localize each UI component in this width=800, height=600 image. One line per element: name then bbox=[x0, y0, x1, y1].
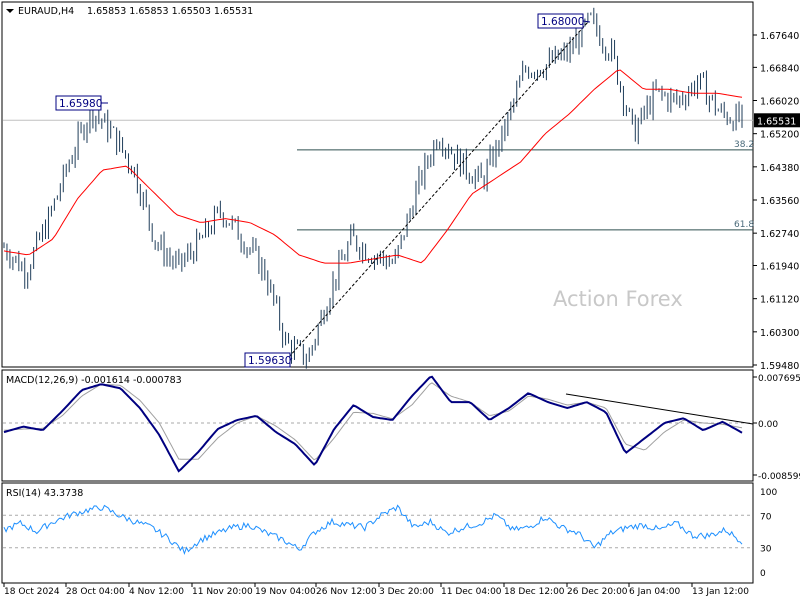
price-tick-label: 1.66840 bbox=[760, 63, 799, 74]
time-tick-label: 11 Nov 20:00 bbox=[192, 587, 253, 597]
rsi-line bbox=[3, 504, 743, 556]
rsi-pane bbox=[1, 482, 754, 584]
time-tick-label: 13 Jan 12:00 bbox=[692, 587, 749, 597]
rsi-tick-label: 0 bbox=[760, 569, 766, 579]
price-tick-label: 1.64380 bbox=[760, 163, 799, 174]
price-tick-label: 1.66020 bbox=[760, 97, 799, 108]
price-tick-label: 1.67640 bbox=[760, 31, 799, 42]
price-tick-label: 1.59480 bbox=[760, 361, 799, 372]
fib-trendline bbox=[288, 21, 589, 358]
time-tick-label: 18 Dec 12:00 bbox=[504, 587, 565, 597]
macd-label: MACD(12,26,9) -0.001614 -0.000783 bbox=[6, 375, 182, 386]
price-tick-label: 1.65200 bbox=[760, 130, 799, 141]
time-tick-label: 18 Oct 2024 bbox=[4, 587, 60, 597]
fib-level-label: 61.8 bbox=[734, 220, 754, 230]
current-price-label: 1.65531 bbox=[757, 116, 796, 127]
macd-tick-label: 0.007695 bbox=[758, 374, 800, 384]
rsi-tick-label: 100 bbox=[760, 488, 777, 498]
price-label: 1.59630 bbox=[248, 355, 291, 367]
watermark: Action Forex bbox=[553, 287, 683, 311]
time-tick-label: 4 Nov 12:00 bbox=[129, 587, 184, 597]
macd-trendline bbox=[565, 393, 754, 425]
rsi-tick-label: 30 bbox=[760, 545, 772, 555]
macd-line bbox=[3, 375, 743, 473]
price-label: 1.68000 bbox=[541, 16, 584, 28]
time-tick-label: 3 Dec 20:00 bbox=[379, 587, 434, 597]
rsi-label: RSI(14) 43.3738 bbox=[6, 488, 83, 499]
time-tick-label: 28 Oct 04:00 bbox=[66, 587, 125, 597]
price-tick-label: 1.61120 bbox=[760, 295, 799, 306]
time-tick-label: 19 Nov 04:00 bbox=[255, 587, 316, 597]
fib-level-label: 38.2 bbox=[734, 140, 754, 150]
price-tick-label: 1.61940 bbox=[760, 262, 799, 273]
symbol-label: EURAUD,H4 bbox=[18, 6, 74, 17]
collapse-triangle-icon[interactable] bbox=[6, 9, 14, 13]
price-tick-label: 1.60300 bbox=[760, 328, 799, 339]
price-tick-label: 1.62740 bbox=[760, 229, 799, 240]
time-tick-label: 11 Dec 04:00 bbox=[441, 587, 502, 597]
price-label: 1.65980 bbox=[59, 98, 102, 110]
time-tick-label: 6 Jan 04:00 bbox=[629, 587, 681, 597]
rsi-tick-label: 70 bbox=[760, 512, 772, 522]
time-tick-label: 26 Nov 12:00 bbox=[316, 587, 377, 597]
macd-tick-label: 0.00 bbox=[758, 420, 778, 430]
price-tick-label: 1.63560 bbox=[760, 196, 799, 207]
moving-average-line bbox=[3, 69, 743, 264]
macd-tick-label: -0.008599 bbox=[758, 472, 800, 482]
ohlc-readout: 1.65853 1.65853 1.65503 1.65531 bbox=[87, 6, 253, 17]
time-tick-label: 26 Dec 20:00 bbox=[567, 587, 628, 597]
trading-chart[interactable]: Action Forex EURAUD,H4 1.65853 1.65853 1… bbox=[0, 0, 800, 600]
price-pane bbox=[1, 1, 754, 368]
